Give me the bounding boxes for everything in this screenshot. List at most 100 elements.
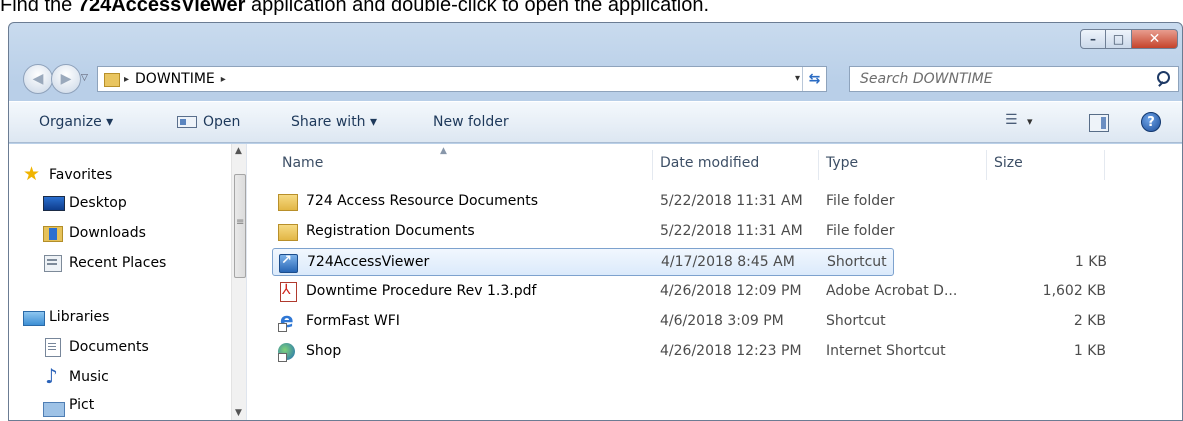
file-date-modified: 4/26/2018 12:23 PM bbox=[660, 343, 802, 359]
instruction-app-name: 724AccessViewer bbox=[77, 0, 246, 16]
minimize-button[interactable]: – bbox=[1080, 29, 1106, 49]
open-icon bbox=[177, 116, 197, 128]
folder-icon bbox=[104, 72, 120, 87]
file-size: 2 KB bbox=[1073, 313, 1106, 329]
nav-item-recent-places[interactable]: Recent Places bbox=[43, 250, 166, 276]
nav-item-label: Music bbox=[69, 369, 109, 385]
refresh-button[interactable]: ⇆ bbox=[802, 67, 826, 91]
file-name: Shop bbox=[306, 343, 342, 359]
nav-item-pictures[interactable]: Pict bbox=[43, 392, 94, 418]
breadcrumb-separator[interactable]: ▸ bbox=[124, 74, 129, 85]
nav-item-label: Libraries bbox=[49, 309, 110, 325]
nav-item-downloads[interactable]: Downloads bbox=[43, 220, 146, 246]
file-type: Adobe Acrobat D... bbox=[826, 283, 958, 299]
explorer-window: – □ ✕ ◀ ▶ ▽ ▸ DOWNTIME ▸ ▾ ⇆ Organize ▾ … bbox=[8, 22, 1183, 421]
internet-shortcut-icon bbox=[278, 342, 298, 362]
recent-places-icon bbox=[43, 254, 63, 272]
command-bar: Organize ▾ Open Share with ▾ New folder … bbox=[9, 101, 1182, 143]
scroll-up-icon[interactable]: ▲ bbox=[235, 146, 242, 156]
nav-item-label: Documents bbox=[69, 339, 149, 355]
file-row[interactable]: Downtime Procedure Rev 1.3.pdf 4/26/2018… bbox=[272, 278, 1106, 306]
back-button[interactable]: ◀ bbox=[23, 64, 53, 94]
nav-item-label: Downloads bbox=[69, 225, 146, 241]
column-header-size[interactable]: Size bbox=[994, 144, 1023, 182]
column-divider[interactable] bbox=[652, 150, 653, 180]
nav-item-label: Favorites bbox=[49, 167, 113, 183]
music-icon bbox=[43, 364, 63, 388]
internet-explorer-shortcut-icon bbox=[278, 308, 298, 332]
breadcrumb-separator-trailing[interactable]: ▸ bbox=[221, 74, 226, 85]
nav-item-documents[interactable]: Documents bbox=[43, 334, 149, 360]
open-label: Open bbox=[203, 114, 241, 130]
file-row[interactable]: 724 Access Resource Documents 5/22/2018 … bbox=[272, 188, 895, 216]
file-row[interactable]: Registration Documents 5/22/2018 11:31 A… bbox=[272, 218, 895, 246]
pictures-icon bbox=[43, 396, 65, 417]
forward-arrow-icon: ▶ bbox=[60, 71, 72, 87]
back-arrow-icon: ◀ bbox=[32, 71, 44, 87]
preview-pane-icon[interactable] bbox=[1089, 114, 1109, 132]
scrollbar-thumb[interactable] bbox=[234, 174, 246, 278]
navigation-scrollbar[interactable]: ▲ ▼ bbox=[231, 144, 246, 420]
star-icon bbox=[23, 163, 43, 185]
column-divider[interactable] bbox=[986, 150, 987, 180]
nav-item-music[interactable]: Music bbox=[43, 364, 109, 390]
shortcut-icon bbox=[279, 253, 299, 273]
instruction-text: Find the 724AccessViewer application and… bbox=[0, 0, 1183, 18]
column-divider[interactable] bbox=[1104, 150, 1105, 180]
file-row[interactable]: Shop 4/26/2018 12:23 PM Internet Shortcu… bbox=[272, 338, 1106, 366]
breadcrumb-downtime[interactable]: DOWNTIME bbox=[135, 71, 215, 87]
file-type: Internet Shortcut bbox=[826, 343, 946, 359]
file-date-modified: 4/26/2018 12:09 PM bbox=[660, 283, 802, 299]
column-header-date-modified[interactable]: Date modified bbox=[660, 144, 759, 182]
file-list: Name ▲ Date modified Type Size 724 Acces… bbox=[248, 144, 1182, 420]
nav-item-libraries[interactable]: Libraries bbox=[23, 304, 109, 330]
column-header-name[interactable]: Name bbox=[282, 144, 323, 182]
nav-item-label: Desktop bbox=[69, 195, 127, 211]
organize-button[interactable]: Organize ▾ bbox=[39, 114, 113, 130]
file-size: 1 KB bbox=[1074, 254, 1107, 270]
scroll-down-icon[interactable]: ▼ bbox=[235, 408, 242, 418]
nav-item-label: Pict bbox=[69, 397, 95, 413]
file-type: Shortcut bbox=[827, 254, 887, 270]
content-area: Favorites Desktop Downloads Recent Place… bbox=[9, 144, 1182, 420]
file-date-modified: 5/22/2018 11:31 AM bbox=[660, 193, 803, 209]
folder-icon bbox=[278, 192, 298, 211]
open-button[interactable]: Open bbox=[177, 114, 240, 130]
column-header-type[interactable]: Type bbox=[826, 144, 858, 182]
navigation-pane: Favorites Desktop Downloads Recent Place… bbox=[9, 144, 247, 420]
search-icon[interactable] bbox=[1154, 69, 1174, 89]
nav-item-favorites[interactable]: Favorites bbox=[23, 162, 112, 188]
nav-item-desktop[interactable]: Desktop bbox=[43, 190, 127, 216]
file-date-modified: 4/17/2018 8:45 AM bbox=[661, 254, 795, 270]
file-name: 724AccessViewer bbox=[307, 254, 430, 270]
address-row: ◀ ▶ ▽ ▸ DOWNTIME ▸ ▾ ⇆ bbox=[19, 63, 1179, 95]
file-row[interactable]: FormFast WFI 4/6/2018 3:09 PM Shortcut 2… bbox=[272, 308, 1106, 336]
file-date-modified: 5/22/2018 11:31 AM bbox=[660, 223, 803, 239]
new-folder-button[interactable]: New folder bbox=[433, 114, 509, 130]
maximize-button[interactable]: □ bbox=[1106, 29, 1132, 49]
file-type: Shortcut bbox=[826, 313, 886, 329]
close-button[interactable]: ✕ bbox=[1132, 29, 1178, 49]
change-view-button[interactable]: ▾ bbox=[1005, 112, 1033, 128]
search-input[interactable] bbox=[860, 68, 1154, 90]
help-icon[interactable]: ? bbox=[1141, 112, 1161, 132]
column-divider[interactable] bbox=[818, 150, 819, 180]
file-type: File folder bbox=[826, 223, 895, 239]
file-name: 724 Access Resource Documents bbox=[306, 193, 539, 209]
forward-button[interactable]: ▶ bbox=[51, 64, 81, 94]
window-controls: – □ ✕ bbox=[1080, 29, 1178, 49]
sort-ascending-icon: ▲ bbox=[440, 146, 447, 156]
views-icon bbox=[1005, 112, 1019, 128]
recent-pages-dropdown[interactable]: ▽ bbox=[81, 73, 88, 83]
share-with-button[interactable]: Share with ▾ bbox=[291, 114, 377, 130]
file-size: 1 KB bbox=[1073, 343, 1106, 359]
file-date-modified: 4/6/2018 3:09 PM bbox=[660, 313, 784, 329]
file-type: File folder bbox=[826, 193, 895, 209]
file-name: Registration Documents bbox=[306, 223, 475, 239]
file-row-selected[interactable]: 724AccessViewer 4/17/2018 8:45 AM Shortc… bbox=[272, 248, 1107, 276]
address-dropdown-icon[interactable]: ▾ bbox=[795, 73, 800, 84]
instruction-suffix: application and double-click to open the… bbox=[245, 0, 710, 16]
address-bar[interactable]: ▸ DOWNTIME ▸ ▾ ⇆ bbox=[97, 66, 827, 92]
file-name: Downtime Procedure Rev 1.3.pdf bbox=[306, 283, 537, 299]
desktop-icon bbox=[43, 194, 65, 212]
